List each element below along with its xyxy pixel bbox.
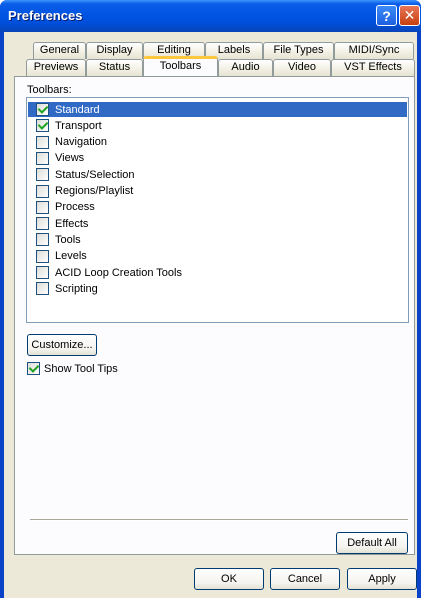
toolbar-checkbox[interactable] — [36, 200, 49, 214]
ok-button[interactable]: OK — [194, 568, 264, 590]
toolbars-label: Toolbars: — [27, 84, 72, 96]
toolbar-list-item[interactable]: Status/Selection — [28, 167, 407, 182]
tab-toolbars[interactable]: Toolbars — [143, 56, 218, 76]
toolbar-item-label: Views — [55, 152, 85, 165]
show-tool-tips-checkbox[interactable] — [27, 362, 40, 375]
toolbar-list-item[interactable]: Tools — [28, 232, 407, 247]
toolbar-checkbox[interactable] — [36, 168, 49, 182]
toolbar-item-label: Transport — [55, 119, 102, 132]
tab-status[interactable]: Status — [86, 59, 143, 76]
title-bar[interactable]: Preferences ? ✕ — [0, 0, 421, 32]
customize-button[interactable]: Customize... — [27, 334, 97, 356]
toolbar-list-item[interactable]: Effects — [28, 216, 407, 231]
tab-audio[interactable]: Audio — [218, 59, 273, 76]
show-tool-tips-row[interactable]: Show Tool Tips — [27, 362, 118, 375]
toolbar-checkbox[interactable] — [36, 217, 49, 231]
cancel-button[interactable]: Cancel — [270, 568, 340, 590]
toolbar-list-item[interactable]: Regions/Playlist — [28, 184, 407, 199]
help-button[interactable]: ? — [376, 5, 397, 26]
toolbar-checkbox[interactable] — [36, 233, 49, 247]
toolbar-list-item[interactable]: Transport — [28, 118, 407, 133]
toolbar-item-label: Status/Selection — [55, 168, 135, 181]
toolbar-item-label: Effects — [55, 217, 89, 230]
toolbar-list-item[interactable]: ACID Loop Creation Tools — [28, 265, 407, 280]
show-tool-tips-label: Show Tool Tips — [44, 362, 118, 375]
tab-video[interactable]: Video — [273, 59, 331, 76]
tab-general[interactable]: General — [33, 42, 86, 59]
apply-button[interactable]: Apply — [347, 568, 417, 590]
toolbar-checkbox[interactable] — [36, 266, 49, 279]
toolbar-list-item[interactable]: Levels — [28, 249, 407, 264]
toolbar-list-item[interactable]: Standard — [28, 102, 407, 117]
toolbar-list-item[interactable]: Process — [28, 200, 407, 215]
tab-previews[interactable]: Previews — [26, 59, 86, 76]
toolbar-item-label: Tools — [55, 233, 81, 246]
toolbar-checkbox[interactable] — [36, 282, 49, 296]
window-title: Preferences — [8, 8, 83, 23]
toolbar-item-label: Levels — [55, 250, 87, 263]
toolbar-checkbox[interactable] — [36, 184, 49, 198]
toolbar-item-label: Navigation — [55, 136, 107, 149]
toolbar-item-label: ACID Loop Creation Tools — [55, 266, 182, 279]
tab-vst-effects[interactable]: VST Effects — [331, 59, 415, 76]
separator — [30, 519, 408, 521]
toolbar-item-label: Process — [55, 201, 95, 214]
toolbar-checkbox[interactable] — [36, 151, 49, 165]
toolbar-checkbox[interactable] — [36, 249, 49, 263]
toolbar-list-item[interactable]: Navigation — [28, 135, 407, 150]
tab-file-types[interactable]: File Types — [263, 42, 334, 59]
toolbar-list-item[interactable]: Views — [28, 151, 407, 166]
toolbar-checkbox[interactable] — [36, 119, 49, 133]
toolbar-checkbox[interactable] — [36, 103, 49, 116]
toolbar-item-label: Standard — [55, 103, 100, 116]
toolbar-item-label: Regions/Playlist — [55, 185, 134, 197]
toolbar-checkbox[interactable] — [36, 135, 49, 149]
close-button[interactable]: ✕ — [399, 5, 420, 26]
toolbars-list[interactable]: Standard Transport Navigation Views Status/S… — [26, 97, 409, 323]
tab-midi-sync[interactable]: MIDI/Sync — [334, 42, 414, 59]
tab-display[interactable]: Display — [86, 42, 143, 59]
toolbar-item-label: Scripting — [55, 282, 98, 295]
default-all-button[interactable]: Default All — [336, 532, 408, 554]
toolbar-list-item[interactable]: Scripting — [28, 281, 407, 296]
